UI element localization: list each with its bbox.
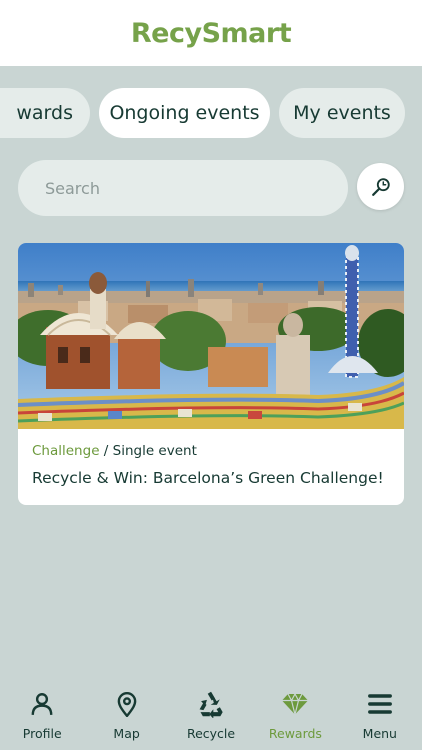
search-icon bbox=[371, 177, 390, 196]
search-placeholder: Search bbox=[45, 178, 100, 198]
event-type: Single event bbox=[112, 443, 197, 459]
nav-label-map: Map bbox=[113, 726, 140, 741]
event-card[interactable]: Challenge / Single event Recycle & Win: … bbox=[18, 243, 404, 505]
tab-my-events-label: My events bbox=[293, 102, 391, 124]
tab-rewards[interactable]: wards bbox=[0, 88, 90, 138]
event-meta-separator: / bbox=[99, 443, 113, 459]
nav-label-menu: Menu bbox=[362, 726, 397, 741]
person-icon bbox=[28, 690, 56, 718]
tab-my-events[interactable]: My events bbox=[279, 88, 405, 138]
map-pin-icon bbox=[113, 690, 141, 718]
nav-item-profile[interactable]: Profile bbox=[0, 680, 84, 750]
nav-item-recycle[interactable]: Recycle bbox=[169, 680, 253, 750]
event-title: Recycle & Win: Barcelona’s Green Challen… bbox=[32, 469, 384, 487]
tab-ongoing-events[interactable]: Ongoing events bbox=[99, 88, 270, 138]
search-input[interactable]: Search bbox=[18, 160, 348, 216]
nav-item-menu[interactable]: Menu bbox=[338, 680, 422, 750]
tab-rewards-label: wards bbox=[16, 102, 73, 124]
event-category: Challenge bbox=[32, 443, 100, 459]
nav-label-profile: Profile bbox=[22, 726, 62, 741]
bottom-nav: Profile Map Recycle Rewards Menu bbox=[0, 680, 422, 750]
nav-item-rewards[interactable]: Rewards bbox=[253, 680, 337, 750]
search-button[interactable] bbox=[357, 163, 404, 210]
event-tabs: wards Ongoing events My events bbox=[0, 88, 422, 138]
nav-label-recycle: Recycle bbox=[186, 726, 236, 741]
menu-icon bbox=[366, 690, 394, 718]
event-image bbox=[18, 243, 404, 429]
nav-item-map[interactable]: Map bbox=[84, 680, 168, 750]
recycle-icon bbox=[197, 690, 225, 718]
app-header: RecySmart bbox=[0, 0, 422, 66]
event-meta: Challenge / Single event bbox=[32, 443, 197, 459]
app-logo: RecySmart bbox=[130, 17, 292, 49]
tab-ongoing-events-label: Ongoing events bbox=[109, 102, 260, 124]
nav-label-rewards: Rewards bbox=[268, 726, 322, 741]
diamond-icon bbox=[281, 690, 309, 718]
